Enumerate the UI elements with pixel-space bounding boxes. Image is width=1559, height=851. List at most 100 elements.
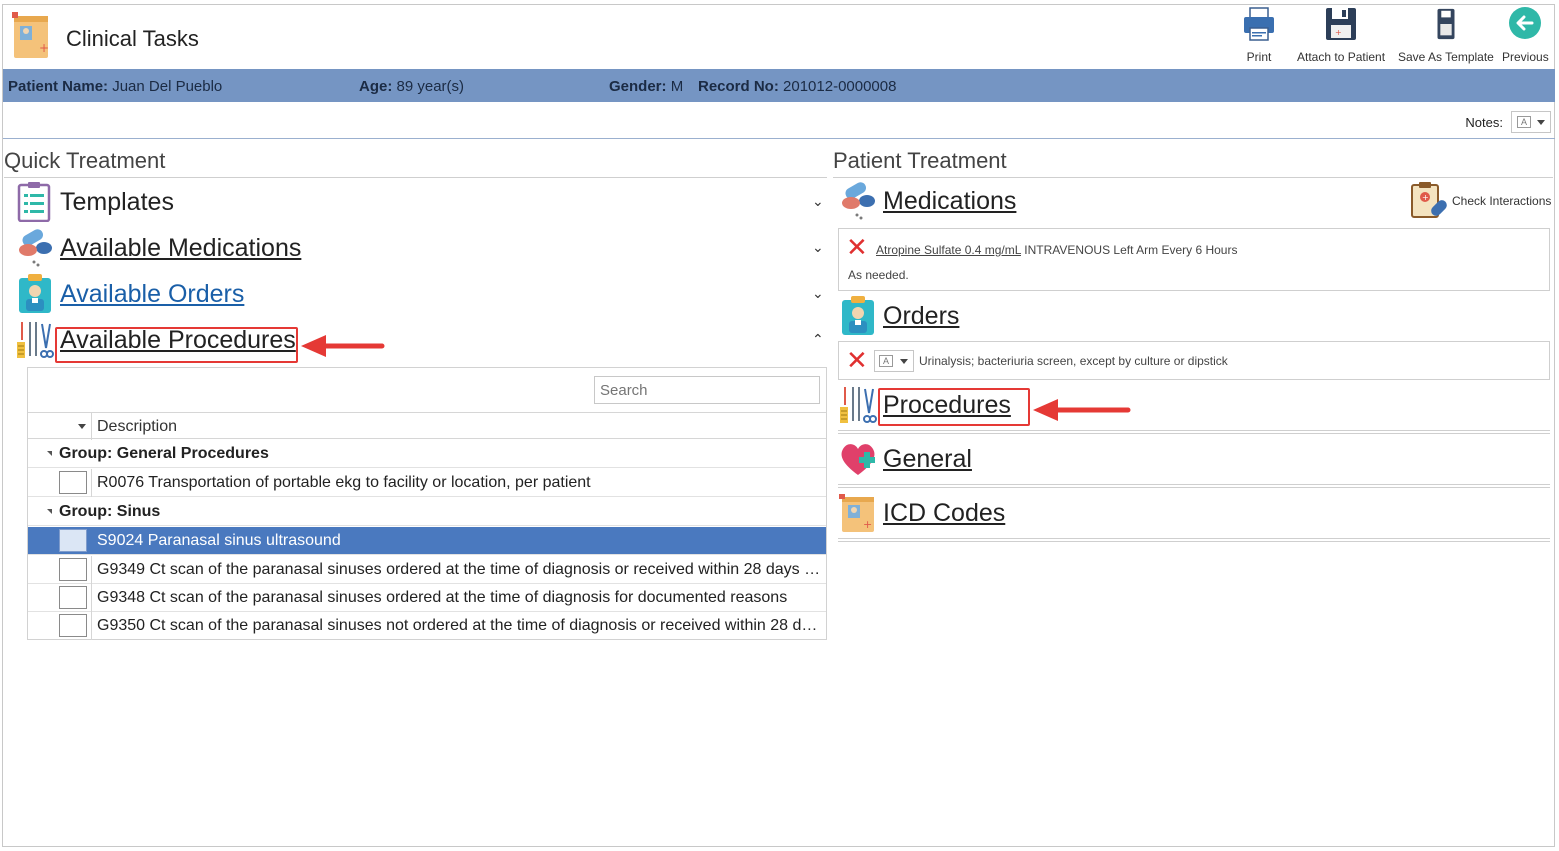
highlight-box [55,327,298,363]
medications-label: Medications [883,186,1017,215]
available-orders-label: Available Orders [60,279,245,308]
previous-label: Previous [1502,50,1549,64]
back-arrow-icon [1509,7,1542,39]
table-row[interactable]: S9024 Paranasal sinus ultrasound [28,527,826,555]
chevron-up-icon[interactable]: ⌃ [812,331,824,348]
divider [91,584,92,612]
divider [838,430,1550,434]
divider [833,177,1553,178]
divider [91,413,92,440]
table-row[interactable]: G9349 Ct scan of the paranasal sinuses o… [28,556,826,584]
medication-detail: INTRAVENOUS Left Arm Every 6 Hours [1020,243,1238,257]
save-template-label: Save As Template [1398,50,1494,64]
chevron-down-icon[interactable]: ⌄ [812,285,824,302]
notes-dropdown[interactable]: A [1511,111,1551,133]
row-description: R0076 Transportation of portable ekg to … [97,474,591,491]
pills-icon [19,229,52,267]
divider [3,138,1555,139]
page-title: Clinical Tasks [66,26,199,51]
chevron-down-icon[interactable] [78,424,86,429]
notes-control: Notes: A [1465,111,1551,133]
svg-text:+: + [39,41,49,55]
procedures-grid: Description Group: General Procedures R0… [27,367,827,640]
medication-note: As needed. [848,268,909,282]
divider [838,484,1550,488]
column-header-description[interactable]: Description [97,418,177,436]
templates-header[interactable]: Templates [16,182,174,222]
divider [91,556,92,584]
attach-to-patient-button[interactable]: + Attach to Patient [1297,6,1385,64]
divider [838,538,1550,542]
delete-x-icon[interactable]: ✕ [846,234,868,260]
medication-drug-link[interactable]: Atropine Sulfate 0.4 mg/mL [876,243,1021,257]
row-description: G9350 Ct scan of the paranasal sinuses n… [97,617,823,634]
clipboard-list-icon [17,182,51,222]
clinical-tasks-icon: + [12,12,49,58]
row-checkbox[interactable] [59,586,87,609]
group-label: Group: General Procedures [59,445,269,462]
divider [91,469,92,497]
surgical-tools-icon [17,322,54,358]
patient-age: Age: 89 year(s) [359,78,465,95]
delete-x-icon[interactable]: ✕ [846,347,868,373]
grid-header: Description [28,412,826,440]
order-item: Urinalysis; bacteriuria screen, except b… [919,354,1228,368]
templates-label: Templates [60,187,174,216]
group-row[interactable]: Group: Sinus [28,498,826,526]
svg-text:+: + [1422,193,1429,202]
group-row[interactable]: Group: General Procedures [28,440,826,468]
order-note-dropdown[interactable]: A [874,350,914,372]
print-label: Print [1246,50,1272,64]
icd-codes-header[interactable]: + ICD Codes [839,493,1005,533]
chevron-down-icon [900,359,908,364]
check-interactions-button[interactable]: + Check Interactions [1410,181,1551,221]
available-medications-header[interactable]: Available Medications [16,228,301,268]
general-header[interactable]: General [839,439,972,479]
chevron-down-icon [1537,120,1545,125]
surgical-tools-icon [840,387,877,423]
icd-codes-label: ICD Codes [883,498,1006,527]
attach-label: Attach to Patient [1297,50,1386,64]
doctor-clipboard-icon [842,296,874,335]
divider [4,177,827,178]
check-interactions-icon: + [1411,182,1447,218]
collapse-triangle-icon[interactable] [47,451,52,456]
check-interactions-label: Check Interactions [1452,194,1552,208]
svg-text:+: + [863,518,872,531]
save-as-template-button[interactable]: Save As Template [1398,6,1494,64]
patient-treatment-title: Patient Treatment [833,148,1007,173]
row-checkbox[interactable] [59,614,87,637]
orders-header[interactable]: Orders [839,296,959,336]
general-label: General [883,444,972,473]
table-row[interactable]: R0076 Transportation of portable ekg to … [28,469,826,497]
template-disk-icon [1437,8,1455,40]
medical-folder-icon: + [839,494,874,532]
medication-list: ✕ Atropine Sulfate 0.4 mg/mL INTRAVENOUS… [838,228,1550,291]
collapse-triangle-icon[interactable] [47,509,52,514]
patient-info-bar: Patient Name: Juan Del Pueblo Age: 89 ye… [3,69,1555,102]
red-arrow-icon [1033,399,1131,421]
patient-record-no: Record No: 201012-0000008 [698,78,897,95]
printer-icon [1244,7,1274,41]
patient-name: Patient Name: Juan Del Pueblo [8,78,223,95]
notes-label: Notes: [1465,114,1503,130]
previous-button[interactable]: Previous [1502,6,1549,64]
chevron-down-icon[interactable]: ⌄ [812,193,824,210]
row-checkbox[interactable] [59,529,87,552]
table-row[interactable]: G9348 Ct scan of the paranasal sinuses o… [28,584,826,612]
row-checkbox[interactable] [59,558,87,581]
chevron-down-icon[interactable]: ⌄ [812,239,824,256]
divider [91,612,92,640]
print-button[interactable]: Print [1241,6,1277,64]
available-orders-header[interactable]: Available Orders [16,274,244,314]
red-arrow-icon [301,335,385,357]
patient-gender: Gender: M [609,78,684,95]
row-checkbox[interactable] [59,471,87,494]
highlight-box [878,388,1030,426]
note-icon: A [879,355,893,367]
medications-header[interactable]: Medications [839,181,1016,221]
table-row[interactable]: G9350 Ct scan of the paranasal sinuses n… [28,612,826,640]
heart-plus-icon [841,444,875,475]
search-input[interactable] [594,376,820,404]
quick-treatment-title: Quick Treatment [4,148,166,173]
